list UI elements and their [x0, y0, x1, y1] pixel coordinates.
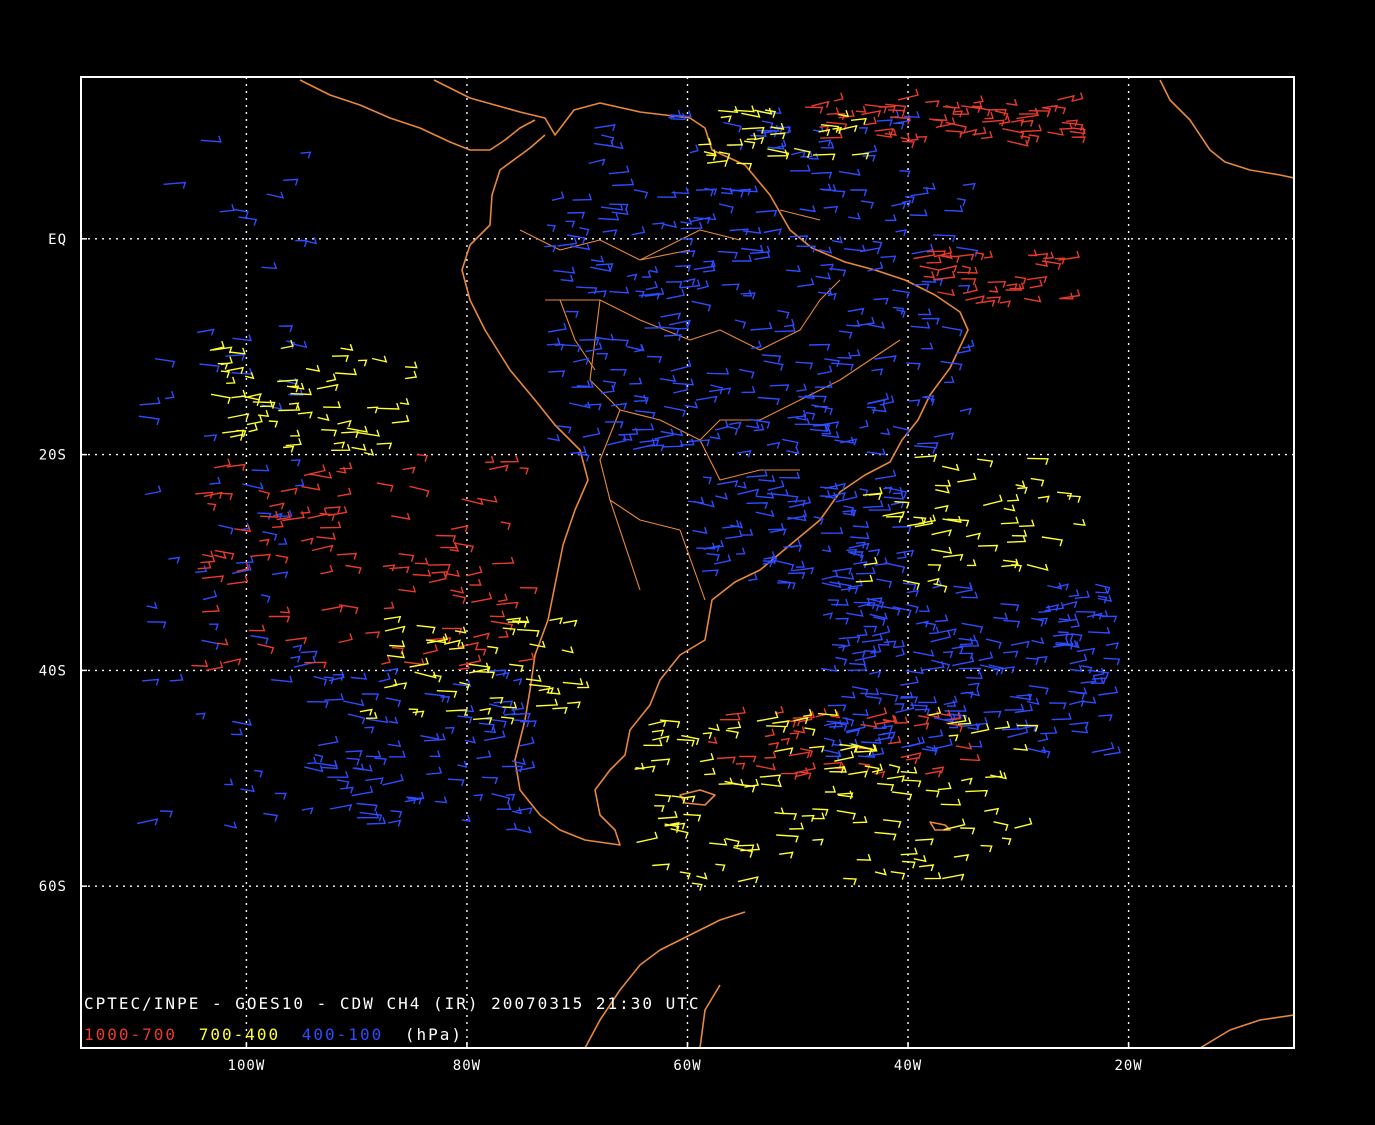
x-tick-label: 20W [1114, 1058, 1142, 1074]
wind-map: 100W 80W 60W 40W 20W EQ 20S 40S 60S CPTEC/INPE -… [0, 0, 1375, 1125]
y-tick-label: 20S [39, 448, 67, 464]
legend-mid-level: 700-400 [199, 1025, 280, 1044]
y-tick-label: 60S [39, 879, 67, 895]
x-tick-label: 60W [673, 1058, 701, 1074]
legend-unit: (hPa) [405, 1025, 463, 1044]
x-tick-label: 80W [453, 1058, 481, 1074]
x-tick-label: 40W [894, 1058, 922, 1074]
x-tick-label: 100W [228, 1058, 266, 1074]
legend-low-level: 1000-700 [84, 1025, 177, 1044]
y-tick-label: EQ [48, 232, 67, 248]
map-caption: CPTEC/INPE - GOES10 - CDW CH4 (IR) 20070… [84, 994, 701, 1013]
legend-high-level: 400-100 [302, 1025, 383, 1044]
pressure-legend: 1000-700 700-400 400-100 (hPa) [84, 1025, 463, 1044]
y-tick-label: 40S [39, 663, 67, 679]
